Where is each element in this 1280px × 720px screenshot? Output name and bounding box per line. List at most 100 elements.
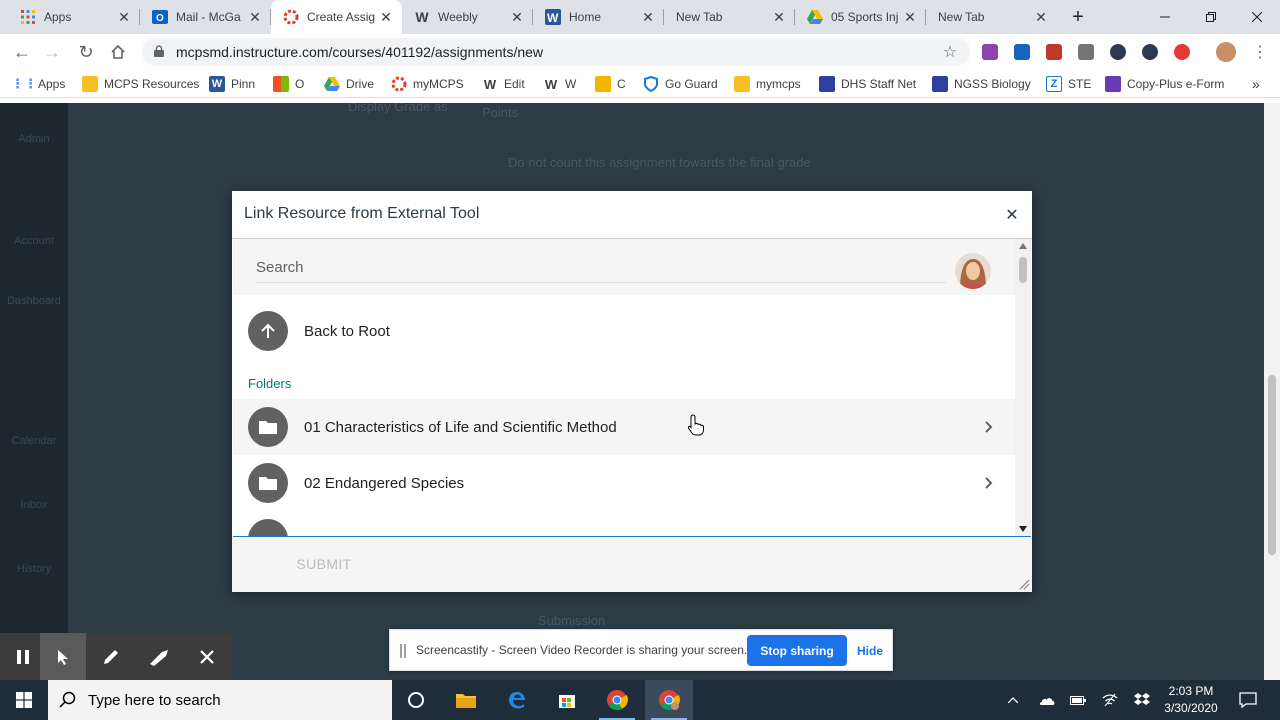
bookmark-mcps-resources[interactable]: MCPS Resources <box>82 75 199 93</box>
highlighter-tool-icon[interactable] <box>136 633 182 680</box>
forward-arrow-icon[interactable]: → <box>38 38 66 66</box>
search-input[interactable] <box>256 253 946 283</box>
bookmark-mymcps-2[interactable]: mymcps <box>734 75 801 93</box>
bookmark-ste[interactable]: Z STE <box>1046 75 1091 93</box>
window-close-icon[interactable] <box>1234 0 1280 34</box>
tab-mail[interactable]: O Mail - McGa ✕ <box>140 0 271 34</box>
bookmark-ngss-biology[interactable]: NGSS Biology <box>932 75 1031 93</box>
close-icon[interactable]: ✕ <box>902 9 918 25</box>
frame-scrollbar[interactable] <box>1015 239 1031 536</box>
avatar[interactable] <box>955 253 991 289</box>
drive-icon <box>324 76 340 92</box>
nav-inbox: Inbox <box>20 499 48 511</box>
bookmark-label: Edit <box>504 77 525 91</box>
scroll-down-icon[interactable] <box>1019 526 1027 532</box>
close-icon[interactable]: ✕ <box>509 9 525 25</box>
bookmark-label: Apps <box>38 77 66 91</box>
home-icon[interactable] <box>104 38 132 66</box>
screencastify-toolbar <box>0 633 232 680</box>
close-icon[interactable]: ✕ <box>247 9 263 25</box>
submit-button[interactable]: SUBMIT <box>280 547 368 581</box>
chrome-icon[interactable] <box>593 680 641 720</box>
cortana-icon[interactable] <box>392 680 440 720</box>
extension-icon[interactable] <box>1078 44 1094 60</box>
bookmark-star-icon[interactable]: ☆ <box>938 42 962 62</box>
bookmark-c[interactable]: C <box>595 75 626 93</box>
tab-create-assignment[interactable]: Create Assig ✕ <box>271 0 402 34</box>
bookmark-dhs-staff-net[interactable]: DHS Staff Net <box>819 75 916 93</box>
bookmark-office[interactable]: O <box>273 75 304 93</box>
close-icon[interactable]: ✕ <box>116 9 132 25</box>
bookmark-drive[interactable]: Drive <box>324 75 374 93</box>
file-explorer-icon[interactable] <box>442 680 490 720</box>
close-icon[interactable]: ✕ <box>1004 207 1020 224</box>
bookmark-w[interactable]: WW <box>543 75 576 93</box>
pen-tool-icon[interactable] <box>88 633 134 680</box>
tab-home[interactable]: W Home ✕ <box>533 0 664 34</box>
windows-start-icon[interactable] <box>0 680 48 720</box>
tab-apps[interactable]: Apps ✕ <box>8 0 140 34</box>
outlook-icon: O <box>152 9 168 25</box>
folder-item[interactable]: 01 Characteristics of Life and Scientifi… <box>233 399 1015 455</box>
shield-extension-icon[interactable] <box>1142 44 1158 60</box>
chrome-profile-icon[interactable] <box>645 680 693 720</box>
hide-button[interactable]: Hide <box>851 635 889 666</box>
bookmark-go-guard[interactable]: Go Guard <box>643 75 718 93</box>
screencastify-extension-icon[interactable] <box>1174 44 1190 60</box>
scroll-up-icon[interactable] <box>1019 243 1027 249</box>
edge-icon[interactable] <box>493 680 541 720</box>
drag-handle-icon[interactable] <box>400 644 406 658</box>
pointer-tool-icon[interactable] <box>40 633 86 680</box>
taskbar-clock[interactable]: 2:03 PM 3/30/2020 <box>1150 683 1232 717</box>
bookmark-edit[interactable]: W Edit <box>482 75 525 93</box>
submission-label: Submission <box>538 613 606 628</box>
page-scrollbar[interactable] <box>1264 103 1280 680</box>
bookmark-label: W <box>565 77 577 91</box>
tab-sports-injuries[interactable]: 05 Sports Inj ✕ <box>795 0 926 34</box>
bookmarks-overflow-icon[interactable]: » <box>1252 75 1260 93</box>
back-arrow-icon[interactable]: ← <box>8 38 36 66</box>
scrollbar-thumb[interactable] <box>1019 257 1027 283</box>
reload-icon[interactable]: ↻ <box>72 38 100 66</box>
bookmark-apps[interactable]: ⋮⋮ Apps <box>11 75 66 93</box>
bookmark-label: NGSS Biology <box>954 77 1031 91</box>
menu-kebab-icon[interactable]: ⋮ <box>1246 38 1274 66</box>
folder-item[interactable]: 02 Endangered Species <box>233 455 1015 511</box>
profile-avatar[interactable] <box>1216 42 1236 62</box>
tab-title: Mail - McGa <box>176 10 241 24</box>
new-tab-plus-icon[interactable]: + <box>1064 0 1092 34</box>
onedrive-icon[interactable] <box>1034 680 1058 720</box>
taskbar-search-placeholder: Type here to search <box>88 691 221 709</box>
bookmark-copy-plus[interactable]: Copy-Plus e-Form <box>1105 75 1224 93</box>
tray-chevron-icon[interactable] <box>1002 680 1024 720</box>
scrollbar-thumb[interactable] <box>1268 375 1276 555</box>
tab-new-tab[interactable]: New Tab ✕ <box>664 0 795 34</box>
close-icon[interactable]: ✕ <box>771 9 787 25</box>
bookmark-pinn[interactable]: W Pinn <box>209 75 255 93</box>
close-icon[interactable] <box>184 633 230 680</box>
bookmark-label: Copy-Plus e-Form <box>1127 77 1225 91</box>
close-icon[interactable]: ✕ <box>640 9 656 25</box>
puzzle-extension-icon[interactable] <box>982 44 998 60</box>
sharing-message: Screencastify - Screen Video Recorder is… <box>416 643 748 657</box>
close-icon[interactable]: ✕ <box>1033 9 1049 25</box>
minimize-icon[interactable] <box>1142 0 1188 34</box>
taskbar-search[interactable]: Type here to search <box>48 680 392 720</box>
close-icon[interactable]: ✕ <box>378 9 394 25</box>
address-bar[interactable]: mcpsmd.instructure.com/courses/401192/as… <box>142 38 970 66</box>
shield-extension-icon[interactable] <box>1110 44 1126 60</box>
extension-icon[interactable] <box>1014 44 1030 60</box>
restore-icon[interactable] <box>1188 0 1234 34</box>
pdf-extension-icon[interactable] <box>1046 44 1062 60</box>
tab-weebly[interactable]: W Weebly ✕ <box>402 0 533 34</box>
stop-sharing-button[interactable]: Stop sharing <box>747 635 847 666</box>
notifications-icon[interactable] <box>1234 680 1262 720</box>
wifi-icon[interactable] <box>1098 680 1122 720</box>
battery-icon[interactable] <box>1066 680 1090 720</box>
store-icon[interactable] <box>543 680 591 720</box>
bookmark-mymcps[interactable]: myMCPS <box>391 75 464 93</box>
resize-handle-icon[interactable] <box>1018 578 1030 590</box>
back-to-root[interactable]: Back to Root <box>233 303 1015 359</box>
folder-item-partial[interactable] <box>233 511 1015 536</box>
tab-new-tab-2[interactable]: New Tab ✕ <box>926 0 1057 34</box>
